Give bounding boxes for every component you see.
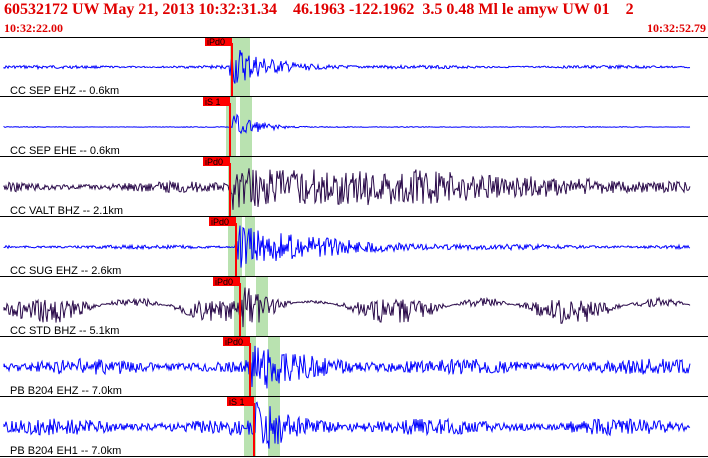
station-label: PB B204 EHZ -- 7.0km — [10, 385, 122, 397]
station-label: PB B204 EH1 -- 7.0km — [10, 445, 121, 457]
event-title: 60532172 UW May 21, 2013 10:32:31.34 46.… — [4, 1, 634, 18]
seismogram-panel: iPd0 CC SEP EHZ -- 0.6km iS 1 CC SEP EHE --… — [0, 37, 708, 457]
station-label: CC VALT BHZ -- 2.1km — [10, 205, 123, 217]
start-time: 10:32:22.00 — [4, 21, 63, 35]
pick-label: iPd0 — [215, 277, 233, 287]
waveform-trace — [3, 113, 691, 135]
pick-label: iS 1 — [229, 397, 245, 407]
waveform-trace — [3, 401, 691, 449]
station-label: CC STD BHZ -- 5.1km — [10, 325, 119, 337]
pick-window — [268, 337, 280, 397]
station-label: CC SEP EHZ -- 0.6km — [10, 85, 119, 97]
pick-label: iPd0 — [207, 37, 225, 47]
waveform-trace — [3, 345, 691, 389]
waveform-trace — [3, 50, 691, 84]
waveform-trace — [3, 168, 691, 210]
end-time: 10:32:52.79 — [647, 21, 706, 35]
waveform-trace — [3, 225, 691, 268]
pick-label: iS 1 — [205, 97, 221, 107]
station-label: CC SUG EHZ -- 2.6km — [10, 265, 121, 277]
waveform-trace — [3, 287, 691, 328]
pick-label: iPd0 — [205, 157, 223, 167]
station-label: CC SEP EHE -- 0.6km — [10, 145, 120, 157]
pick-label: iPd0 — [211, 217, 229, 227]
pick-label: iPd0 — [225, 337, 243, 347]
